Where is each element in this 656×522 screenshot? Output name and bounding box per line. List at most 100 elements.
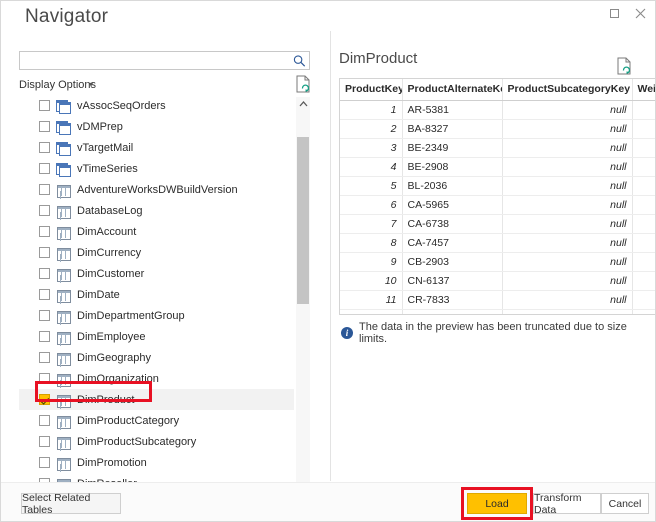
tree-item-adventureworksdwbuildversion[interactable]: AdventureWorksDWBuildVersion [19,179,294,200]
table-cell: 11 [340,290,402,309]
table-row[interactable]: 1AR-5381null [340,100,656,119]
object-tree[interactable]: vAssocSeqOrders vDMPrepvTargetMailvTimeSe… [19,95,310,497]
tree-item-databaselog[interactable]: DatabaseLog [19,200,294,221]
table-cell: 12 [340,309,402,315]
table-cell: null [502,157,632,176]
maximize-button[interactable] [600,1,628,25]
tree-item-vdmprep[interactable]: vDMPrep [19,116,294,137]
table-row[interactable]: 2BA-8327null [340,119,656,138]
checkbox-dimdepartmentgroup[interactable] [39,310,50,321]
left-pane: Display Options ▾ vAssocSeqOrders vDMPrep… [1,31,330,481]
tree-item-label: DimProductCategory [77,415,179,427]
search-input[interactable] [24,52,289,69]
checkbox-dimproductsubcategory[interactable] [39,436,50,447]
table-cell: null [502,290,632,309]
tree-item-vtimeseries[interactable]: vTimeSeries [19,158,294,179]
table-row[interactable]: 4BE-2908null [340,157,656,176]
close-button[interactable] [626,1,654,25]
checkbox-dimcustomer[interactable] [39,268,50,279]
refresh-document-icon[interactable] [616,57,632,75]
tree-item-label: DimOrganization [77,373,159,385]
data-preview-grid[interactable]: ProductKeyProductAlternateKeyProductSubc… [339,78,656,315]
checkbox-dimgeography[interactable] [39,352,50,363]
tree-item-dimdepartmentgroup[interactable]: DimDepartmentGroup [19,305,294,326]
checkbox-dimemployee[interactable] [39,331,50,342]
checkbox-dimorganization[interactable] [39,373,50,384]
tree-item-dimcurrency[interactable]: DimCurrency [19,242,294,263]
table-cell [632,195,656,214]
table-row[interactable]: 3BE-2349null [340,138,656,157]
checkbox-vdmprep[interactable] [39,121,50,132]
tree-item-dimproduct[interactable]: DimProduct [19,389,294,410]
table-row[interactable]: 12CR-9981null [340,309,656,315]
table-icon [56,184,70,196]
checkbox-dimdate[interactable] [39,289,50,300]
table-row[interactable]: 8CA-7457null [340,233,656,252]
tree-item-dimcustomer[interactable]: DimCustomer [19,263,294,284]
tree-item-label: vAssocSeqOrders [77,100,166,112]
scrollbar-thumb[interactable] [297,137,309,304]
tree-item-dimemployee[interactable]: DimEmployee [19,326,294,347]
checkbox-dimpromotion[interactable] [39,457,50,468]
column-header[interactable]: ProductKey [340,79,402,100]
table-cell: BE-2349 [402,138,502,157]
cancel-button[interactable]: Cancel [601,493,649,514]
table-cell: CA-7457 [402,233,502,252]
tree-item-label: DatabaseLog [77,205,142,217]
refresh-document-icon[interactable] [295,75,311,93]
tree-item-label: DimGeography [77,352,151,364]
load-button[interactable]: Load [467,493,527,514]
search-box[interactable] [19,51,310,70]
column-header[interactable]: ProductAlternateKey [402,79,502,100]
table-cell: BE-2908 [402,157,502,176]
tree-vertical-scrollbar[interactable] [296,97,310,495]
tree-item-dimdate[interactable]: DimDate [19,284,294,305]
column-header[interactable]: Weigh [632,79,656,100]
checkbox-databaselog[interactable] [39,205,50,216]
checkbox-dimcurrency[interactable] [39,247,50,258]
page-title: Navigator [25,6,108,28]
search-icon[interactable] [293,54,306,68]
tree-item-dimproductcategory[interactable]: DimProductCategory [19,410,294,431]
table-cell: CA-6738 [402,214,502,233]
display-options-button[interactable]: Display Options [19,79,96,91]
table-row[interactable]: 10CN-6137null [340,271,656,290]
table-cell [632,290,656,309]
table-row[interactable]: 7CA-6738null [340,214,656,233]
checkbox-vtargetmail[interactable] [39,142,50,153]
transform-data-button[interactable]: Transform Data [533,493,601,514]
checkbox-dimproduct[interactable] [39,394,50,405]
table-row[interactable]: 11CR-7833null [340,290,656,309]
tree-item-label: DimProductSubcategory [77,436,196,448]
checkbox-dimaccount[interactable] [39,226,50,237]
table-row[interactable]: 5BL-2036null [340,176,656,195]
checkbox-vtimeseries[interactable] [39,163,50,174]
table-cell: null [502,233,632,252]
tree-item-dimorganization[interactable]: DimOrganization [19,368,294,389]
table-header-row: ProductKeyProductAlternateKeyProductSubc… [340,79,656,100]
table-cell: CA-5965 [402,195,502,214]
column-header[interactable]: ProductSubcategoryKey [502,79,632,100]
scroll-up-icon[interactable] [296,97,310,111]
table-cell: AR-5381 [402,100,502,119]
tree-item-dimproductsubcategory[interactable]: DimProductSubcategory [19,431,294,452]
checkbox-vassocseqorders[interactable] [39,100,50,111]
tree-item-vassocseqorders[interactable]: vAssocSeqOrders [19,95,294,116]
tree-item-label: DimDate [77,289,120,301]
table-row[interactable]: 9CB-2903null [340,252,656,271]
chevron-down-icon[interactable]: ▾ [89,80,93,89]
select-related-tables-button[interactable]: Select Related Tables [21,493,121,514]
table-cell [632,252,656,271]
checkbox-adventureworksdwbuildversion[interactable] [39,184,50,195]
tree-item-dimaccount[interactable]: DimAccount [19,221,294,242]
maximize-icon [610,9,619,18]
table-cell [632,100,656,119]
tree-item-vtargetmail[interactable]: vTargetMail [19,137,294,158]
table-icon [56,205,70,217]
info-icon: i [341,327,353,339]
tree-item-dimpromotion[interactable]: DimPromotion [19,452,294,473]
table-row[interactable]: 6CA-5965null [340,195,656,214]
checkbox-dimproductcategory[interactable] [39,415,50,426]
table-icon [56,310,70,322]
tree-item-dimgeography[interactable]: DimGeography [19,347,294,368]
